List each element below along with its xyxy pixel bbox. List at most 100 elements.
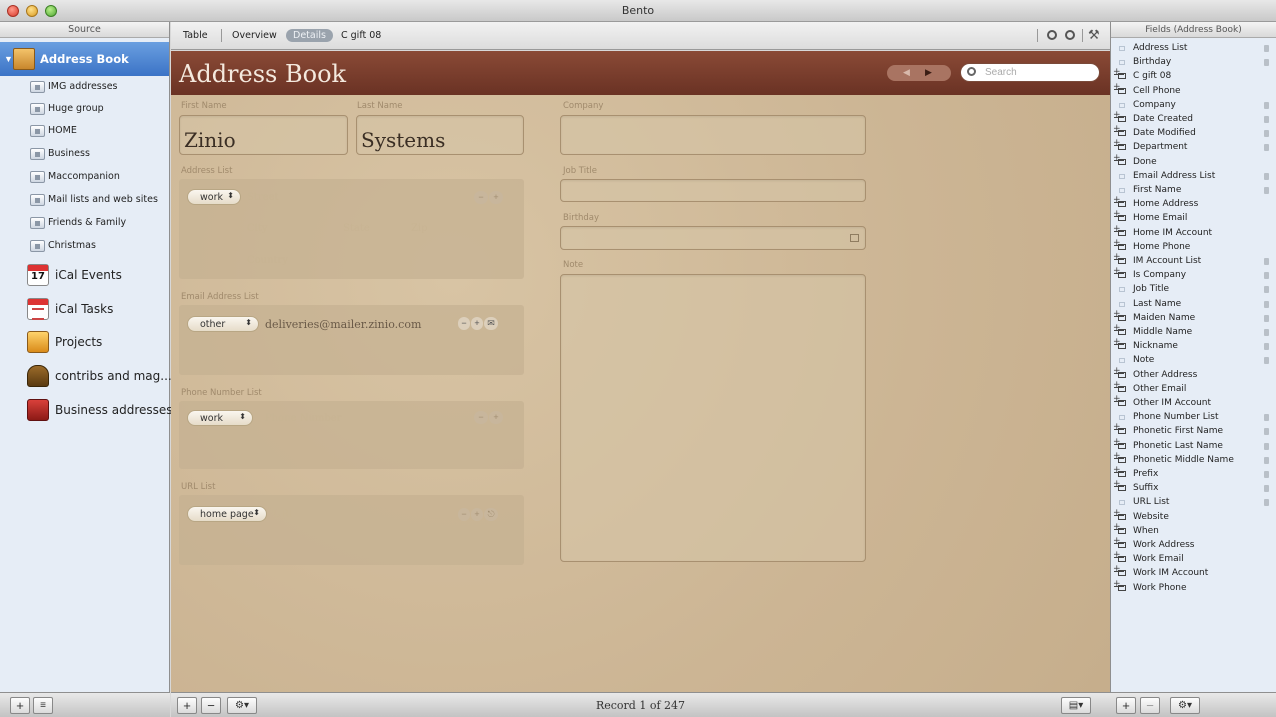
remove-address-button[interactable]: −: [474, 191, 488, 204]
field-item[interactable]: Website: [1111, 508, 1276, 525]
compose-email-icon[interactable]: ✉: [484, 317, 498, 330]
field-name: Other Email: [1133, 383, 1187, 394]
tab-details[interactable]: Details: [286, 29, 333, 42]
field-item[interactable]: Other Address: [1111, 366, 1276, 383]
library-ical-tasks[interactable]: iCal Tasks: [0, 294, 169, 324]
field-item[interactable]: Cell Phone: [1111, 82, 1276, 99]
record-icon[interactable]: [1047, 30, 1057, 40]
first-name-field[interactable]: Zinio: [179, 115, 348, 155]
field-add-arrow-icon: [1113, 522, 1126, 535]
field-item[interactable]: Company: [1111, 99, 1276, 113]
email-value[interactable]: deliveries@mailer.zinio.com: [265, 318, 421, 331]
field-item[interactable]: Maiden Name: [1111, 309, 1276, 326]
new-collection-button[interactable]: ≡: [33, 697, 53, 714]
disclosure-triangle-icon[interactable]: ▼: [4, 54, 13, 64]
field-item[interactable]: Date Created: [1111, 110, 1276, 127]
field-item[interactable]: Work Phone: [1111, 579, 1276, 596]
email-type-popup[interactable]: other ⬍: [187, 316, 259, 332]
open-url-icon[interactable]: ⎋: [484, 508, 498, 521]
add-phone-button[interactable]: +: [489, 411, 503, 424]
field-name: Other Address: [1133, 369, 1198, 380]
field-item[interactable]: Phonetic Middle Name: [1111, 451, 1276, 468]
library-address-book[interactable]: ▼ Address Book: [0, 42, 169, 76]
library-contribs[interactable]: contribs and mag...: [0, 361, 172, 391]
field-add-arrow-icon: [1113, 437, 1126, 450]
field-item[interactable]: Suffix: [1111, 479, 1276, 496]
add-email-button[interactable]: +: [471, 317, 483, 330]
phone-placeholder[interactable]: Phone Number: [265, 413, 342, 424]
zip-placeholder[interactable]: Zip: [411, 223, 428, 234]
search-field[interactable]: Search: [960, 63, 1100, 82]
field-item[interactable]: Other IM Account: [1111, 394, 1276, 411]
tab-c-gift-08[interactable]: C gift 08: [341, 30, 381, 41]
previous-record-icon[interactable]: ◀: [903, 67, 910, 78]
phone-type-popup[interactable]: work ⬍: [187, 410, 253, 426]
field-item[interactable]: When: [1111, 522, 1276, 539]
window-title: Bento: [621, 4, 655, 17]
lock-icon: [1264, 45, 1269, 52]
field-item[interactable]: Other Email: [1111, 380, 1276, 397]
field-item[interactable]: Address List: [1111, 42, 1276, 56]
library-ical-events[interactable]: 17 iCal Events: [0, 260, 169, 290]
address-type-popup[interactable]: work ⬍: [187, 189, 241, 205]
field-item[interactable]: IM Account List: [1111, 252, 1276, 269]
country-placeholder[interactable]: Country: [247, 255, 288, 266]
field-item[interactable]: Middle Name: [1111, 323, 1276, 340]
state-placeholder[interactable]: State: [343, 223, 370, 234]
address-list-group: work ⬍ Street City State Zip Country − +: [179, 179, 524, 279]
collection-label: Mail lists and web sites: [48, 194, 158, 205]
field-item[interactable]: Phonetic Last Name: [1111, 437, 1276, 454]
field-item[interactable]: URL List: [1111, 496, 1276, 510]
remove-phone-button[interactable]: −: [474, 411, 488, 424]
delete-field-button[interactable]: −: [1140, 697, 1160, 714]
field-item[interactable]: Home Email: [1111, 209, 1276, 226]
field-item[interactable]: Prefix: [1111, 465, 1276, 482]
field-gear-icon[interactable]: ⚙▾: [1170, 697, 1200, 714]
field-item[interactable]: Last Name: [1111, 298, 1276, 312]
layout-menu-icon[interactable]: ▤▾: [1061, 697, 1091, 714]
library-business-addresses[interactable]: Business addresses: [0, 395, 173, 425]
remove-email-button[interactable]: −: [458, 317, 470, 330]
url-placeholder[interactable]: URL: [273, 509, 296, 520]
field-item[interactable]: Home IM Account: [1111, 224, 1276, 241]
field-item[interactable]: Date Modified: [1111, 124, 1276, 141]
record-icon[interactable]: [1065, 30, 1075, 40]
field-item[interactable]: Department: [1111, 138, 1276, 155]
add-address-button[interactable]: +: [489, 191, 503, 204]
field-item[interactable]: Phonetic First Name: [1111, 422, 1276, 439]
field-item[interactable]: Home Address: [1111, 195, 1276, 212]
field-item[interactable]: Nickname: [1111, 337, 1276, 354]
last-name-field[interactable]: Systems: [356, 115, 524, 155]
field-item[interactable]: Work Email: [1111, 550, 1276, 567]
add-url-button[interactable]: +: [471, 508, 483, 521]
city-placeholder[interactable]: City: [247, 223, 268, 234]
field-item[interactable]: Job Title: [1111, 283, 1276, 297]
remove-url-button[interactable]: −: [458, 508, 470, 521]
field-item[interactable]: Phone Number List: [1111, 411, 1276, 425]
field-item[interactable]: Work Address: [1111, 536, 1276, 553]
next-record-icon[interactable]: ▶: [925, 67, 932, 78]
field-item[interactable]: Birthday: [1111, 56, 1276, 70]
field-item[interactable]: Is Company: [1111, 266, 1276, 283]
field-item[interactable]: Work IM Account: [1111, 564, 1276, 581]
tab-overview[interactable]: Overview: [232, 30, 277, 41]
note-field[interactable]: [560, 274, 866, 562]
field-item[interactable]: Done: [1111, 153, 1276, 170]
job-title-field[interactable]: [560, 179, 866, 202]
tools-icon[interactable]: ⚒: [1088, 27, 1100, 43]
field-item[interactable]: First Name: [1111, 184, 1276, 198]
field-item[interactable]: Home Phone: [1111, 238, 1276, 255]
field-item[interactable]: Email Address List: [1111, 170, 1276, 184]
street-placeholder[interactable]: Street: [247, 192, 279, 203]
library-projects[interactable]: Projects: [0, 327, 169, 357]
field-item[interactable]: C gift 08: [1111, 67, 1276, 84]
tab-table[interactable]: Table: [183, 30, 208, 41]
add-field-button[interactable]: +: [1116, 697, 1136, 714]
company-field[interactable]: [560, 115, 866, 155]
add-library-button[interactable]: +: [10, 697, 30, 714]
field-item[interactable]: Note: [1111, 354, 1276, 368]
field-name: Work Email: [1133, 554, 1184, 565]
url-type-popup[interactable]: home page ⬍: [187, 506, 267, 522]
calendar-icon[interactable]: [850, 234, 859, 242]
birthday-field[interactable]: [560, 226, 866, 250]
